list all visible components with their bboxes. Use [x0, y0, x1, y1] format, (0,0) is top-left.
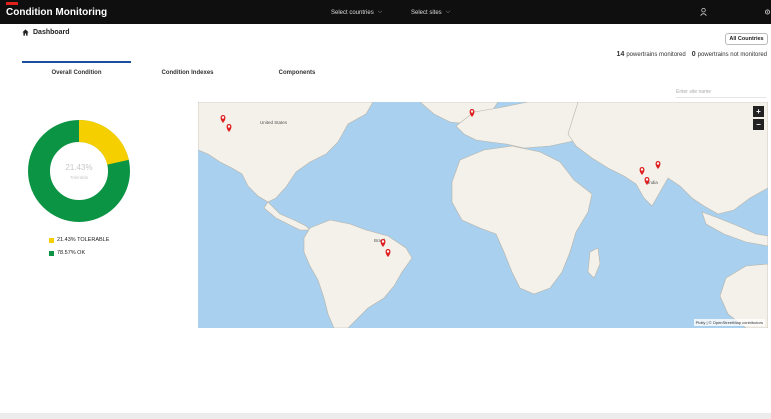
not-monitored-stat: 0 powertrains not monitored [692, 51, 767, 58]
all-countries-button[interactable]: All Countries [725, 33, 768, 45]
tab-bar: Overall Condition Condition Indexes Comp… [22, 61, 322, 81]
land-asia [567, 102, 768, 215]
footer-divider [0, 413, 771, 419]
map-attribution[interactable]: Plotly | © OpenStreetMap contributors [693, 319, 765, 326]
donut-center-value: 21.43% [65, 163, 92, 172]
not-monitored-count: 0 [691, 51, 696, 58]
land-south-america [303, 219, 413, 328]
zoom-in-button[interactable]: + [753, 106, 764, 117]
site-search-input[interactable]: Enter site name [676, 89, 766, 98]
legend-label-tolerable: 21.43% TOLERABLE [57, 237, 110, 243]
condition-donut-chart: 21.43% Tolerable [28, 120, 130, 222]
map-label-india: India [648, 180, 658, 185]
powertrain-stats: 14 powertrains monitored 0 powertrains not… [617, 51, 767, 58]
legend-item-tolerable: 21.43% TOLERABLE [49, 237, 109, 243]
select-countries-dropdown[interactable]: Select countries ⌵ [331, 9, 382, 16]
app-title: Condition Monitoring [6, 7, 108, 18]
home-icon [22, 29, 29, 36]
legend-swatch-ok [49, 250, 54, 256]
tab-overall-condition[interactable]: Overall Condition [22, 70, 131, 76]
map-label-united-states: United States [260, 120, 288, 125]
land-africa [451, 145, 593, 295]
brand-logo [6, 2, 18, 5]
monitored-stat: 14 powertrains monitored [617, 51, 686, 58]
select-countries-label: Select countries [331, 9, 374, 16]
chevron-down-icon: ⌵ [445, 9, 451, 15]
legend-swatch-tolerable [49, 237, 54, 243]
select-sites-dropdown[interactable]: Select sites ⌵ [411, 9, 450, 16]
donut-center-label: Tolerable [70, 175, 89, 180]
active-tab-indicator [22, 61, 131, 63]
donut-legend: 21.43% TOLERABLE 78.57% OK [49, 237, 109, 263]
not-monitored-label: powertrains not monitored [697, 52, 767, 58]
breadcrumb[interactable]: Dashboard [22, 29, 70, 36]
monitored-count: 14 [616, 51, 625, 58]
land-central-america [263, 201, 311, 231]
chevron-down-icon: ⌵ [377, 9, 383, 15]
top-bar: Condition Monitoring Select countries ⌵ … [0, 0, 771, 24]
zoom-out-button[interactable]: − [753, 119, 764, 130]
legend-label-ok: 78.57% OK [57, 250, 86, 256]
select-sites-label: Select sites [411, 9, 442, 16]
monitored-label: powertrains monitored [626, 52, 686, 58]
gear-icon[interactable] [764, 8, 771, 18]
sites-world-map[interactable]: United States Brazil India + − Plotly | … [198, 102, 768, 328]
tab-condition-indexes[interactable]: Condition Indexes [150, 70, 225, 76]
tab-components[interactable]: Components [262, 70, 332, 76]
land-madagascar [587, 247, 601, 279]
land-southeast-asia [701, 211, 768, 247]
legend-item-ok: 78.57% OK [49, 250, 109, 256]
user-icon[interactable] [700, 8, 707, 18]
breadcrumb-label: Dashboard [33, 29, 70, 36]
